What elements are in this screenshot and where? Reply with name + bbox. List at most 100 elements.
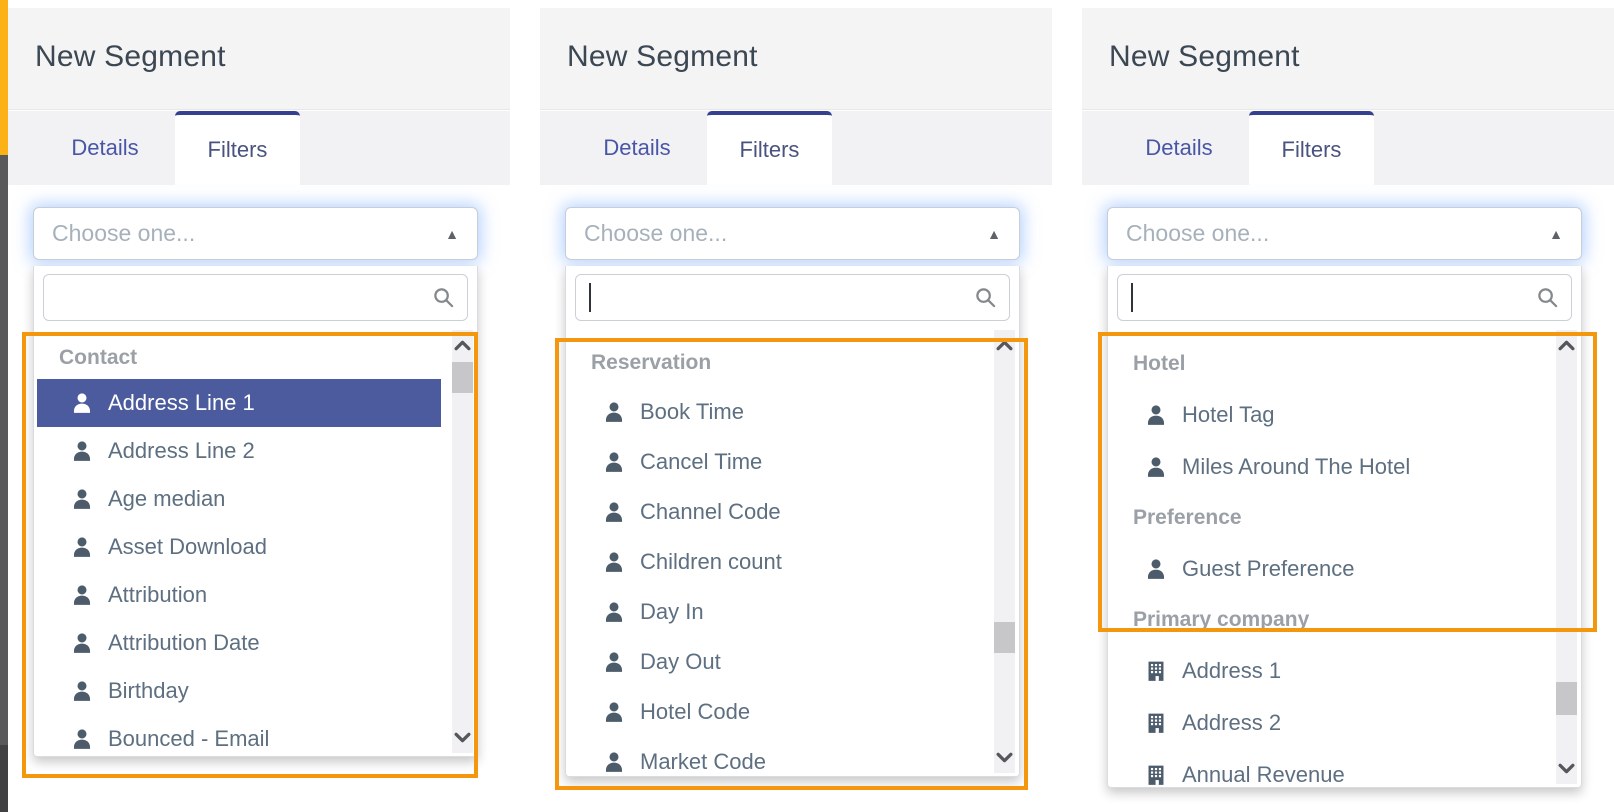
list-item-label: Attribution <box>108 582 208 607</box>
person-icon <box>603 751 625 773</box>
list-item[interactable]: Cancel Time <box>569 437 983 487</box>
list-item[interactable]: Address Line 1 <box>37 379 441 427</box>
page-title: New Segment <box>567 40 758 73</box>
scrollbar[interactable] <box>1556 330 1577 784</box>
list-item[interactable]: Address 1 <box>1111 645 1545 697</box>
chevron-up-icon: ▲ <box>445 225 459 242</box>
list-item-label: Cancel Time <box>640 449 763 474</box>
person-icon <box>603 601 625 623</box>
list-item-label: Book Time <box>640 399 744 424</box>
scrollbar-up-icon[interactable] <box>996 339 1013 352</box>
segment-dialog-panel: New Segment Details Filters Choose one..… <box>540 0 1052 812</box>
select-dropdown-panel: Hotel Hotel Tag Miles Around The Hotel Pref… <box>1107 266 1582 788</box>
options-list: Contact Address Line 1 Address Line 2 Age m… <box>34 329 477 756</box>
list-item[interactable]: Attribution Date <box>37 619 441 667</box>
sidebar-dark-segment <box>0 745 8 812</box>
tab-bar: Details Filters <box>1082 111 1614 185</box>
list-item[interactable]: Channel Code <box>569 487 983 537</box>
list-item-label: Age median <box>108 486 226 511</box>
list-item[interactable]: Book Time <box>569 387 983 437</box>
scrollbar-thumb[interactable] <box>994 622 1015 653</box>
select-placeholder: Choose one... <box>584 220 728 246</box>
filter-type-select[interactable]: Choose one... ▲ <box>565 207 1020 260</box>
list-item-label: Hotel Tag <box>1182 402 1275 427</box>
list-item-label: Miles Around The Hotel <box>1182 454 1411 479</box>
list-item[interactable]: Miles Around The Hotel <box>1111 441 1545 493</box>
person-icon <box>603 451 625 473</box>
group-header: Reservation <box>591 351 712 374</box>
segment-dialog-panel: New Segment Details Filters Choose one..… <box>1082 0 1614 812</box>
scrollbar-up-icon[interactable] <box>1558 339 1575 352</box>
panel-header: New Segment <box>540 8 1052 110</box>
list-item-label: Attribution Date <box>108 630 260 655</box>
list-item[interactable]: Hotel Code <box>569 687 983 737</box>
chevron-up-icon: ▲ <box>1549 225 1563 242</box>
scrollbar[interactable] <box>994 330 1015 773</box>
person-icon <box>71 392 93 414</box>
list-item[interactable]: Day Out <box>569 637 983 687</box>
person-icon <box>1145 456 1167 478</box>
building-icon <box>1145 660 1167 682</box>
options-list: Hotel Hotel Tag Miles Around The Hotel Pref… <box>1108 329 1581 787</box>
scrollbar-down-icon[interactable] <box>996 751 1013 764</box>
person-icon <box>603 651 625 673</box>
list-item-label: Channel Code <box>640 499 781 524</box>
tab-bar: Details Filters <box>540 111 1052 185</box>
filter-type-select[interactable]: Choose one... ▲ <box>1107 207 1582 260</box>
person-icon <box>71 728 93 750</box>
list-item[interactable]: Address 2 <box>1111 697 1545 749</box>
list-item[interactable]: Hotel Tag <box>1111 389 1545 441</box>
search-input[interactable] <box>1118 275 1571 320</box>
page-title: New Segment <box>35 40 226 73</box>
list-item[interactable]: Bounced - Email <box>37 715 441 756</box>
tab-bar: Details Filters <box>8 111 510 185</box>
scrollbar-thumb[interactable] <box>1556 682 1577 715</box>
building-icon <box>1145 764 1167 786</box>
tab-details[interactable]: Details <box>567 111 707 185</box>
group-header: Preference <box>1133 506 1242 529</box>
building-icon <box>1145 712 1167 734</box>
list-item[interactable]: Asset Download <box>37 523 441 571</box>
list-item-label: Guest Preference <box>1182 556 1355 581</box>
search-input[interactable] <box>44 275 467 320</box>
list-item-label: Children count <box>640 549 782 574</box>
list-item-label: Address Line 1 <box>108 390 255 415</box>
text-cursor <box>1131 283 1133 312</box>
list-item[interactable]: Guest Preference <box>1111 543 1545 595</box>
tab-details[interactable]: Details <box>35 111 175 185</box>
scrollbar-down-icon[interactable] <box>1558 762 1575 775</box>
tab-filters[interactable]: Filters <box>175 111 300 185</box>
scrollbar-up-icon[interactable] <box>454 339 471 352</box>
list-item-label: Day Out <box>640 649 721 674</box>
text-cursor <box>589 283 591 312</box>
chevron-up-icon: ▲ <box>987 225 1001 242</box>
list-item[interactable]: Birthday <box>37 667 441 715</box>
tab-filters[interactable]: Filters <box>707 111 832 185</box>
select-placeholder: Choose one... <box>1126 220 1270 246</box>
list-item[interactable]: Day In <box>569 587 983 637</box>
person-icon <box>1145 558 1167 580</box>
search-input[interactable] <box>576 275 1009 320</box>
tab-details[interactable]: Details <box>1109 111 1249 185</box>
list-item[interactable]: Annual Revenue <box>1111 749 1545 787</box>
tab-filters[interactable]: Filters <box>1249 111 1374 185</box>
list-item[interactable]: Market Code <box>569 737 983 776</box>
page-title: New Segment <box>1109 40 1300 73</box>
list-item[interactable]: Attribution <box>37 571 441 619</box>
scrollbar-thumb[interactable] <box>452 362 473 393</box>
scrollbar-down-icon[interactable] <box>454 731 471 744</box>
list-item[interactable]: Age median <box>37 475 441 523</box>
person-icon <box>71 536 93 558</box>
person-icon <box>71 488 93 510</box>
sidebar-gray-segment <box>0 155 8 745</box>
list-item[interactable]: Address Line 2 <box>37 427 441 475</box>
select-dropdown-panel: Contact Address Line 1 Address Line 2 Age m… <box>33 266 478 757</box>
list-item[interactable]: Children count <box>569 537 983 587</box>
filter-type-select[interactable]: Choose one... ▲ <box>33 207 478 260</box>
list-item-label: Day In <box>640 599 704 624</box>
list-item-label: Annual Revenue <box>1182 762 1345 787</box>
group-header: Contact <box>59 346 138 369</box>
list-item-label: Address 1 <box>1182 658 1282 683</box>
scrollbar[interactable] <box>452 330 473 753</box>
person-icon <box>71 680 93 702</box>
